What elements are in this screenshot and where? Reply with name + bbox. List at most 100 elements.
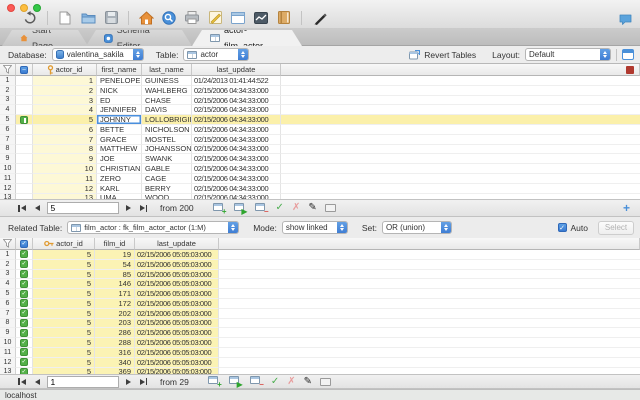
home-icon[interactable] — [138, 10, 154, 25]
cell-last-update[interactable]: 02/15/2006 04:34:33:000 — [192, 105, 281, 115]
linked-checkbox-icon[interactable]: ✓ — [20, 270, 28, 278]
last-record-button[interactable] — [138, 205, 150, 212]
save-icon[interactable] — [103, 10, 119, 25]
cell-last-update[interactable]: 02/15/2006 05:05:03:000 — [135, 358, 219, 368]
linked-checkbox-icon[interactable]: ✓ — [20, 309, 28, 317]
cell-first-name[interactable]: PENELOPE — [97, 76, 142, 86]
row-number-cell[interactable]: 4 — [0, 105, 16, 115]
cell-actor-id[interactable]: 5 — [33, 289, 95, 299]
accept-changes-button[interactable]: ✓ — [271, 377, 279, 387]
cell-actor-id[interactable]: 5 — [33, 348, 95, 358]
row-number-cell[interactable]: 7 — [0, 309, 16, 319]
cell-last-name[interactable]: GABLE — [142, 164, 192, 174]
pen-icon[interactable] — [311, 10, 327, 25]
table-row[interactable]: 33EDCHASE02/15/2006 04:34:33:000 — [0, 96, 640, 106]
row-number-cell[interactable]: 9 — [0, 328, 16, 338]
column-header-first-name[interactable]: first_name — [97, 64, 142, 76]
row-number-cell[interactable]: 9 — [0, 154, 16, 164]
record-marker-cell[interactable] — [16, 154, 33, 164]
record-marker-cell[interactable] — [16, 164, 33, 174]
filler-cell[interactable] — [219, 358, 640, 368]
row-number-cell[interactable]: 8 — [0, 145, 16, 155]
cell-actor-id[interactable]: 5 — [33, 358, 95, 368]
cell-last-name[interactable]: LOLLOBRIGIDA — [142, 115, 192, 125]
cell-last-update[interactable]: 02/15/2006 04:34:33:000 — [192, 96, 281, 106]
cell-last-name[interactable]: BERRY — [142, 184, 192, 194]
open-folder-icon[interactable] — [80, 10, 96, 25]
table-row[interactable]: 2✓55402/15/2006 05:05:03:000 — [0, 260, 640, 270]
filler-cell[interactable] — [219, 319, 640, 329]
cell-actor-id[interactable]: 1 — [33, 76, 97, 86]
cell-actor-id[interactable]: 4 — [33, 105, 97, 115]
cell-film-id[interactable]: 202 — [95, 309, 135, 319]
filler-cell[interactable] — [281, 76, 640, 86]
column-header-actor-id[interactable]: actor_id — [33, 64, 97, 76]
table-row[interactable]: 4✓514602/15/2006 05:05:03:000 — [0, 279, 640, 289]
record-marker-cell[interactable] — [16, 174, 33, 184]
select-button[interactable]: Select — [598, 221, 634, 235]
table-row[interactable]: 1111ZEROCAGE02/15/2006 04:34:33:000 — [0, 174, 640, 184]
filler-cell[interactable] — [281, 145, 640, 155]
filler-cell[interactable] — [219, 309, 640, 319]
add-record-button[interactable]: + — [208, 376, 221, 387]
filter-header-cell[interactable] — [0, 64, 16, 76]
cell-actor-id[interactable]: 5 — [33, 319, 95, 329]
next-record-button[interactable] — [124, 205, 133, 211]
filler-cell[interactable] — [219, 270, 640, 280]
linked-checkbox-icon[interactable]: ✓ — [20, 348, 28, 356]
first-record-button[interactable] — [16, 205, 28, 212]
cell-last-name[interactable]: GUINESS — [142, 76, 192, 86]
discard-changes-button[interactable]: ✗ — [287, 377, 295, 387]
row-number-cell[interactable]: 11 — [0, 348, 16, 358]
linked-checkbox-icon[interactable]: ✓ — [20, 319, 28, 327]
cell-actor-id[interactable]: 7 — [33, 135, 97, 145]
linked-checkbox-cell[interactable]: ✓ — [16, 270, 33, 280]
row-number-cell[interactable]: 5 — [0, 289, 16, 299]
table-row[interactable]: 10✓528802/15/2006 05:05:03:000 — [0, 338, 640, 348]
row-number-cell[interactable]: 2 — [0, 86, 16, 96]
mode-popup[interactable]: show linked — [282, 221, 348, 234]
filler-cell[interactable] — [281, 105, 640, 115]
cell-last-name[interactable]: CAGE — [142, 174, 192, 184]
edit-record-button[interactable]: ✎ — [308, 203, 316, 213]
cell-last-update[interactable]: 02/15/2006 05:05:03:000 — [135, 260, 219, 270]
chart-icon[interactable] — [253, 10, 269, 25]
row-number-cell[interactable]: 2 — [0, 260, 16, 270]
form-view-button[interactable] — [325, 204, 336, 212]
window-icon[interactable] — [230, 10, 246, 25]
linked-checkbox-icon[interactable]: ✓ — [20, 329, 28, 337]
find-icon[interactable] — [161, 10, 177, 25]
linked-checkbox-icon[interactable]: ✓ — [20, 358, 28, 366]
set-popup[interactable]: OR (union) — [382, 221, 452, 234]
database-popup[interactable]: valentina_sakila — [52, 48, 144, 61]
column-header-last-update[interactable]: last_update — [192, 64, 281, 76]
cell-film-id[interactable]: 288 — [95, 338, 135, 348]
cell-actor-id[interactable]: 5 — [33, 328, 95, 338]
cell-actor-id[interactable]: 5 — [33, 309, 95, 319]
table-row[interactable]: 11PENELOPEGUINESS01/24/2013 01:41:44:522 — [0, 76, 640, 86]
row-number-cell[interactable]: 8 — [0, 319, 16, 329]
column-header-last-update[interactable]: last_update — [135, 238, 219, 250]
filler-cell[interactable] — [219, 348, 640, 358]
record-marker-cell[interactable] — [16, 115, 33, 125]
cell-last-name[interactable]: SWANK — [142, 154, 192, 164]
prev-record-button[interactable] — [33, 205, 42, 211]
cell-actor-id[interactable]: 8 — [33, 145, 97, 155]
add-record-button[interactable]: + — [213, 203, 226, 214]
cell-film-id[interactable]: 146 — [95, 279, 135, 289]
cell-first-name[interactable]: KARL — [97, 184, 142, 194]
row-number-cell[interactable]: 3 — [0, 96, 16, 106]
cell-last-update[interactable]: 02/15/2006 05:05:03:000 — [135, 279, 219, 289]
record-marker-cell[interactable] — [16, 76, 33, 86]
cell-last-update[interactable]: 02/15/2006 05:05:03:000 — [135, 319, 219, 329]
cell-last-update[interactable]: 02/15/2006 04:34:33:000 — [192, 86, 281, 96]
row-number-cell[interactable]: 6 — [0, 125, 16, 135]
record-marker-cell[interactable] — [16, 105, 33, 115]
linked-checkbox-cell[interactable]: ✓ — [16, 358, 33, 368]
row-number-cell[interactable]: 3 — [0, 270, 16, 280]
next-record-button[interactable] — [124, 379, 133, 385]
cell-film-id[interactable]: 172 — [95, 299, 135, 309]
cell-last-name[interactable]: DAVIS — [142, 105, 192, 115]
record-marker-cell[interactable] — [16, 125, 33, 135]
row-number-cell[interactable]: 6 — [0, 299, 16, 309]
